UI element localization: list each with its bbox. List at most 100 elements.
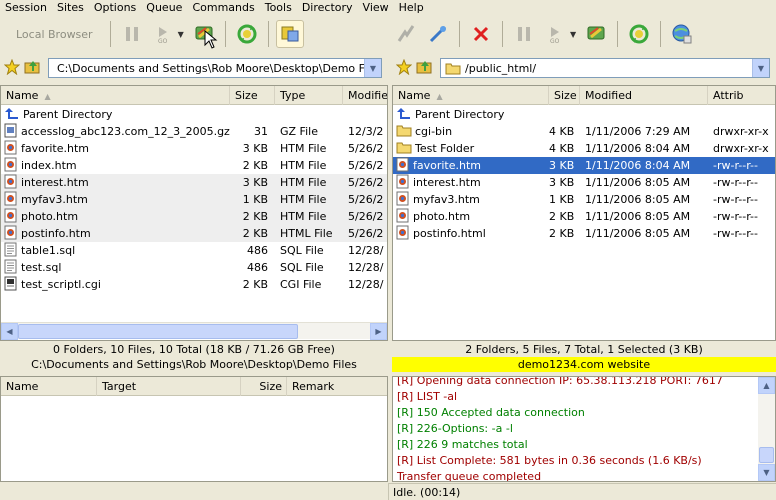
table-row[interactable]: photo.htm 2 KB HTM File 5/26/2 — [1, 208, 387, 225]
log-line: [R] 226-Options: -a -l — [397, 422, 513, 435]
table-row[interactable]: cgi-bin 4 KB 1/11/2006 7:29 AM drwxr-xr-x — [393, 123, 775, 140]
table-row[interactable]: favorite.htm 3 KB HTM File 5/26/2 — [1, 140, 387, 157]
favorites-star-icon[interactable] — [395, 58, 413, 78]
local-file-list: Name▲ Size Type Modified Parent Director… — [0, 85, 388, 341]
selected-table-row[interactable]: favorite.htm 3 KB 1/11/2006 8:04 AM -rw-r--… — [393, 157, 775, 174]
menu-commands[interactable]: Commands — [187, 1, 259, 15]
table-row[interactable]: index.htm 2 KB HTM File 5/26/2 — [1, 157, 387, 174]
file-name: test_scriptl.cgi — [21, 278, 101, 291]
menu-sites[interactable]: Sites — [52, 1, 89, 15]
parent-directory-row[interactable]: Parent Directory — [393, 106, 775, 123]
table-row[interactable]: photo.htm 2 KB 1/11/2006 8:05 AM -rw-r--r-- — [393, 208, 775, 225]
scroll-thumb[interactable] — [759, 447, 774, 463]
log-vertical-scrollbar[interactable]: ▲ ▼ — [758, 377, 775, 481]
table-row[interactable]: table1.sql 486 SQL File 12/28/ — [1, 242, 387, 259]
remote-transfer-button[interactable] — [582, 20, 610, 48]
remote-col-name[interactable]: Name ▲ — [393, 86, 549, 105]
remote-col-attrib[interactable]: Attrib — [708, 86, 775, 105]
menu-view[interactable]: View — [358, 1, 394, 15]
file-type: HTM File — [280, 176, 327, 189]
remote-path-combo[interactable]: /public_html/ ▼ — [440, 58, 770, 78]
file-modified: 1/11/2006 8:05 AM — [585, 176, 691, 189]
local-col-modified[interactable]: Modified — [343, 86, 387, 105]
pause-button[interactable] — [118, 20, 146, 48]
file-name: myfav3.htm — [21, 193, 88, 206]
queue-col-size[interactable]: Size — [241, 377, 287, 396]
file-type: HTM File — [280, 159, 327, 172]
menu-options[interactable]: Options — [89, 1, 141, 15]
remote-go-button[interactable]: GO — [542, 20, 570, 48]
table-row[interactable]: test_scriptl.cgi 2 KB CGI File 12/28/ — [1, 276, 387, 293]
go-dropdown-icon[interactable]: ▼ — [178, 30, 184, 39]
cgi-file-icon — [4, 276, 18, 294]
site-manager-button[interactable] — [668, 20, 696, 48]
menu-queue[interactable]: Queue — [141, 1, 187, 15]
file-modified: 12/28/ — [348, 261, 384, 274]
queue-col-target[interactable]: Target — [97, 377, 241, 396]
file-name: test.sql — [21, 261, 62, 274]
up-folder-icon[interactable] — [24, 59, 42, 78]
log-line: [R] List Complete: 581 bytes in 0.36 sec… — [397, 454, 702, 467]
remote-col-modified[interactable]: Modified — [580, 86, 708, 105]
remote-col-size[interactable]: Size — [549, 86, 580, 105]
table-row[interactable]: accesslog_abc123.com_12_3_2005.gz 31 GZ Fi… — [1, 123, 387, 140]
local-horizontal-scrollbar[interactable]: ◀ ▶ — [1, 322, 387, 340]
go-icon: GO — [550, 27, 560, 44]
remote-go-dropdown-icon[interactable]: ▼ — [570, 30, 576, 39]
refresh-button[interactable] — [233, 20, 261, 48]
table-row[interactable]: myfav3.htm 1 KB HTM File 5/26/2 — [1, 191, 387, 208]
table-row[interactable]: postinfo.html 2 KB 1/11/2006 8:05 AM -rw-r-… — [393, 225, 775, 242]
table-row[interactable]: myfav3.htm 1 KB 1/11/2006 8:05 AM -rw-r--r-… — [393, 191, 775, 208]
table-row[interactable]: Test Folder 4 KB 1/11/2006 8:04 AM drwxr-xr… — [393, 140, 775, 157]
transfer-button[interactable] — [190, 20, 218, 49]
scroll-left-icon[interactable]: ◀ — [1, 323, 18, 340]
scroll-right-icon[interactable]: ▶ — [370, 323, 387, 340]
local-toolbar: Local Browser GO ▼ — [0, 15, 388, 53]
file-attrib: -rw-r--r-- — [713, 159, 758, 172]
remote-toolbar: GO ▼ — [390, 15, 776, 53]
htm-file-icon — [4, 174, 18, 192]
table-row[interactable]: test.sql 486 SQL File 12/28/ — [1, 259, 387, 276]
remote-file-list: Name ▲ Size Modified Attrib Parent Direct… — [392, 85, 776, 341]
local-col-name[interactable]: Name ▲ — [1, 86, 230, 105]
menu-bar: Session Sites Options Queue Commands Too… — [0, 0, 776, 15]
remote-path-dropdown-icon[interactable]: ▼ — [752, 59, 769, 77]
local-path-dropdown-icon[interactable]: ▼ — [364, 59, 381, 77]
menu-tools[interactable]: Tools — [260, 1, 297, 15]
htm-file-icon — [396, 208, 410, 226]
table-row[interactable]: interest.htm 3 KB 1/11/2006 8:05 AM -rw-r--… — [393, 174, 775, 191]
sync-button[interactable] — [275, 20, 304, 48]
scroll-down-icon[interactable]: ▼ — [758, 464, 775, 481]
local-col-size[interactable]: Size — [230, 86, 275, 105]
scroll-up-icon[interactable]: ▲ — [758, 377, 775, 394]
idle-status: Idle. (00:14) — [388, 483, 776, 500]
table-row[interactable]: interest.htm 3 KB HTM File 5/26/2 — [1, 174, 387, 191]
local-browser-button[interactable]: Local Browser — [0, 28, 105, 41]
menu-help[interactable]: Help — [394, 1, 429, 15]
file-name-cell: interest.htm — [1, 174, 230, 192]
file-name: Parent Directory — [415, 108, 505, 121]
file-name-cell: cgi-bin — [393, 123, 549, 140]
remote-pause-button[interactable] — [510, 20, 538, 48]
local-col-type[interactable]: Type — [275, 86, 343, 105]
menu-session[interactable]: Session — [0, 1, 52, 15]
remote-refresh-button[interactable] — [625, 20, 653, 48]
table-row[interactable]: postinfo.htm 2 KB HTML File 5/26/2 — [1, 225, 387, 242]
favorites-star-icon[interactable] — [3, 58, 21, 78]
go-button[interactable]: GO — [150, 20, 178, 48]
up-folder-icon[interactable] — [416, 59, 434, 78]
abort-button[interactable] — [467, 20, 495, 48]
local-path-combo[interactable]: C:\Documents and Settings\Rob Moore\Desk… — [48, 58, 382, 78]
queue-col-remark[interactable]: Remark — [287, 377, 387, 396]
disconnect-button[interactable] — [424, 20, 452, 48]
connect-button[interactable] — [392, 20, 420, 48]
file-type: GZ File — [280, 125, 318, 138]
queue-col-name[interactable]: Name — [1, 377, 97, 396]
parent-directory-row[interactable]: Parent Directory — [1, 106, 387, 123]
scroll-thumb[interactable] — [18, 324, 298, 339]
menu-directory[interactable]: Directory — [297, 1, 358, 15]
log-line: [R] 150 Accepted data connection — [397, 406, 585, 419]
log-line: [R] Opening data connection IP: 65.38.11… — [397, 376, 723, 387]
remote-site-banner: demo1234.com website — [392, 357, 776, 372]
folder-icon — [445, 63, 461, 75]
